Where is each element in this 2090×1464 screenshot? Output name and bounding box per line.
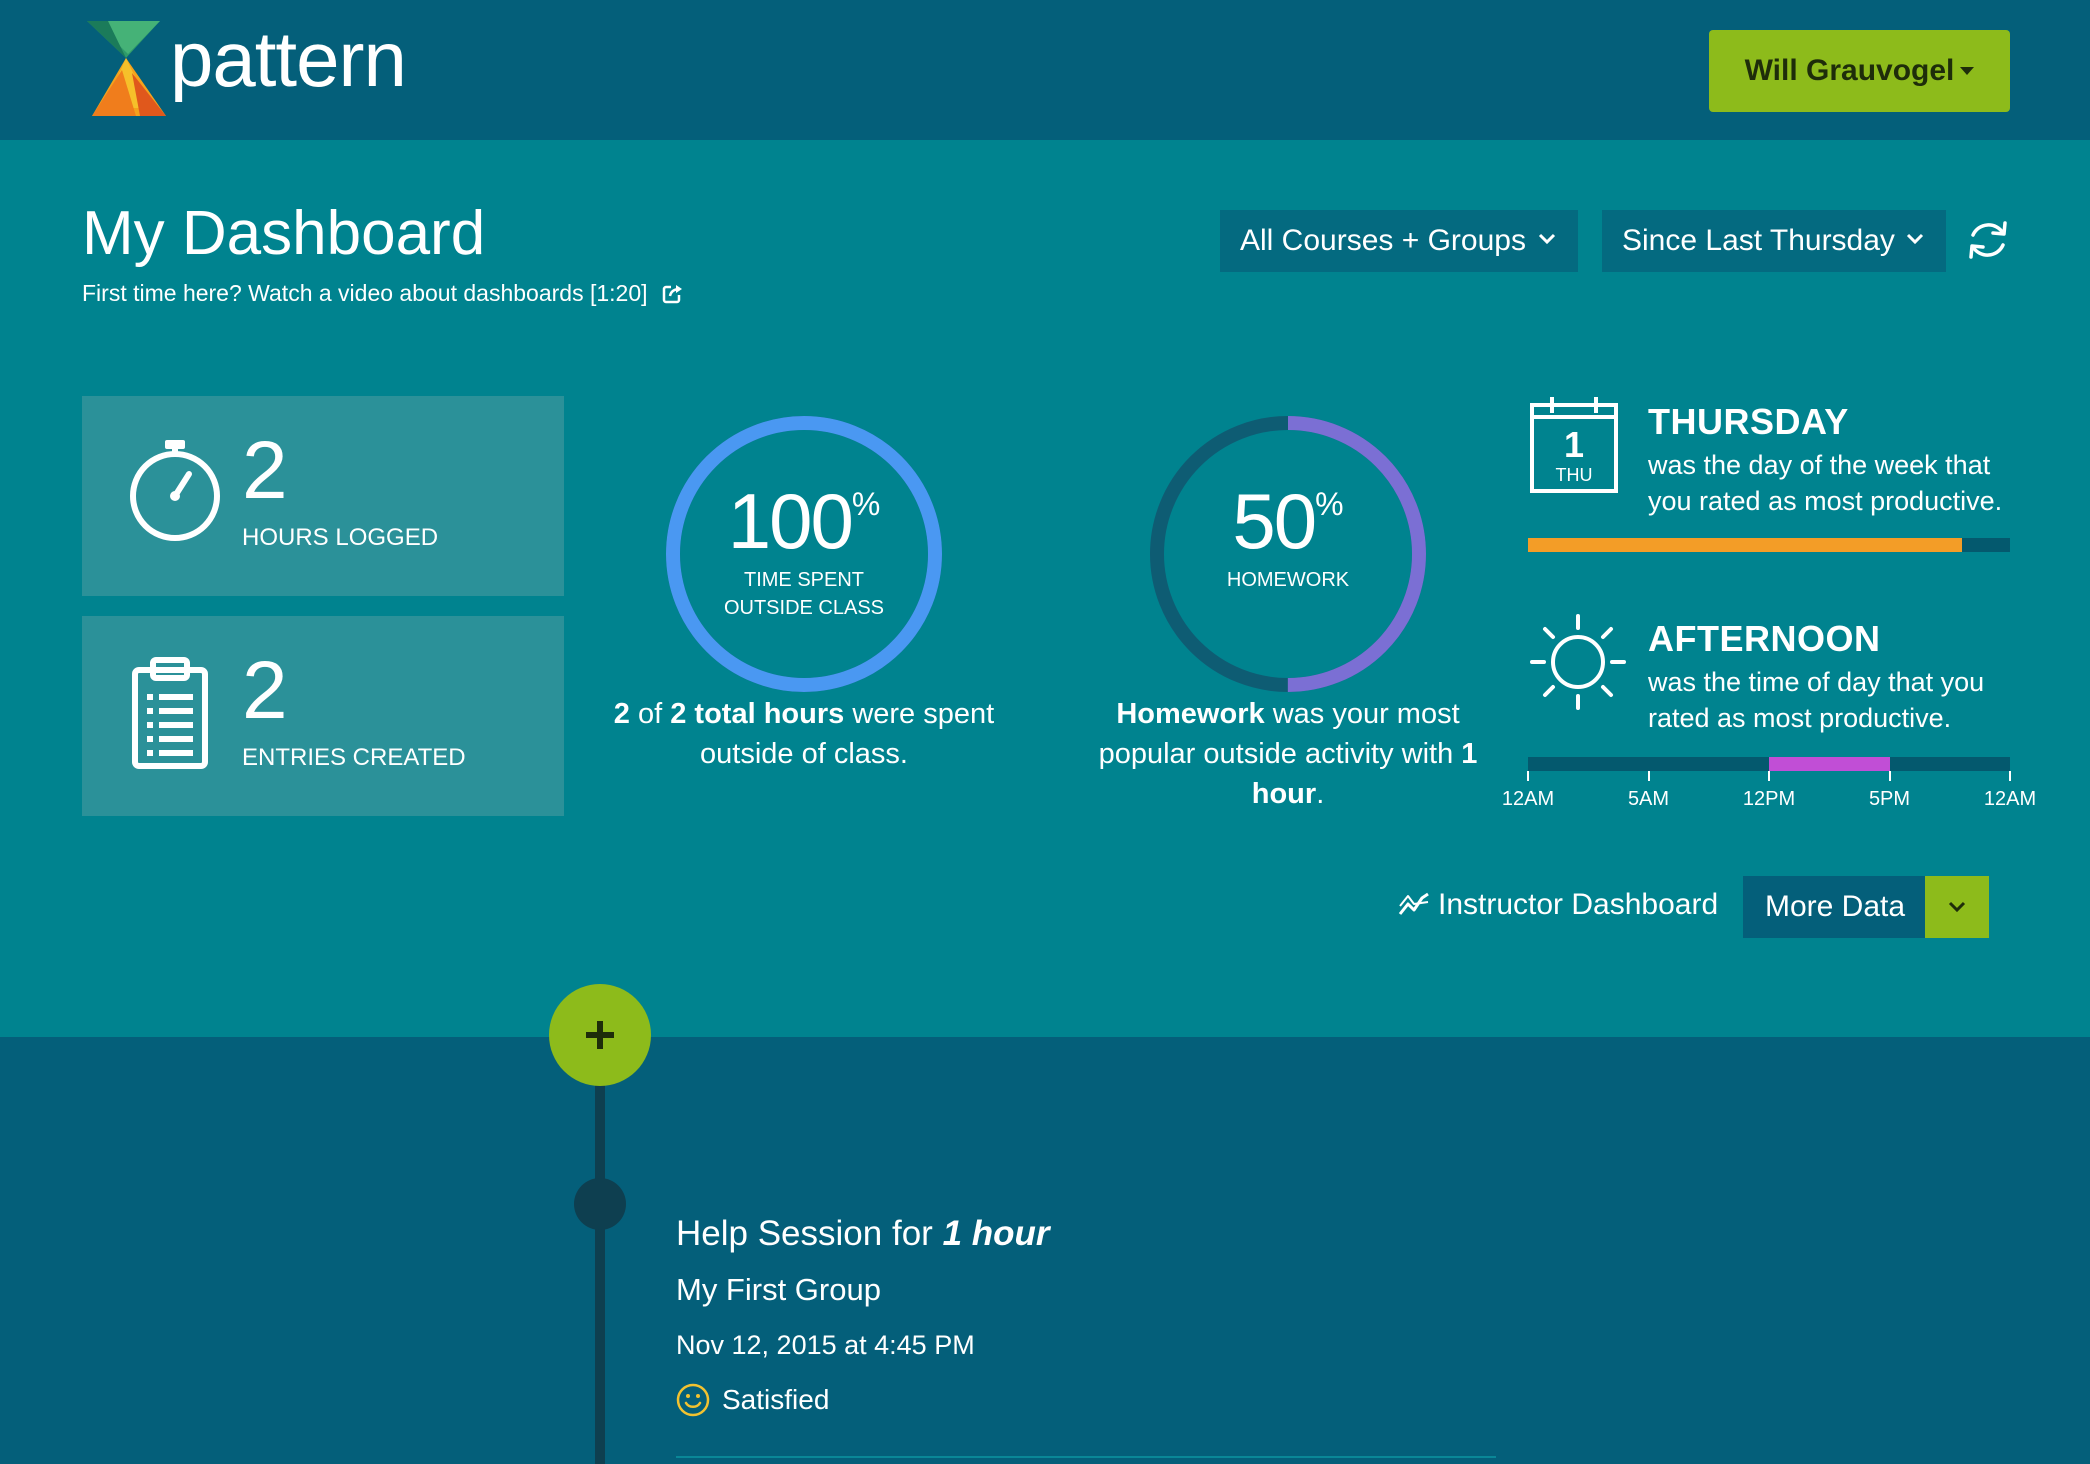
productive-time-description: was the time of day that you rated as mo… [1648, 667, 1985, 733]
time-axis-label: 5PM [1868, 788, 1911, 810]
homework-label: HOMEWORK [1226, 569, 1350, 591]
entry-group: My First Group [676, 1272, 881, 1307]
outside-class-percent: 100% [727, 477, 881, 565]
hours-logged-card: 2 HOURS LOGGED [82, 396, 564, 596]
hours-logged-value: 2 [242, 425, 288, 516]
entries-created-label: ENTRIES CREATED [242, 744, 466, 771]
top-header: pattern Will Grauvogel [0, 0, 2090, 140]
caret-down-icon [1960, 67, 1975, 75]
productive-day-bar [1528, 538, 2010, 552]
outside-class-caption: 2 of 2 total hours were spent outside of… [613, 698, 995, 770]
courses-filter-select[interactable]: All Courses + Groups [1220, 210, 1578, 272]
smiley-icon [676, 1383, 710, 1417]
entry-mood-label: Satisfied [722, 1384, 830, 1415]
line-chart-icon [1398, 892, 1429, 915]
refresh-icon[interactable] [1965, 217, 2011, 263]
instructor-dashboard-label: Instructor Dashboard [1438, 888, 1719, 921]
time-axis-tick [1647, 771, 1650, 781]
more-data-button[interactable]: More Data [1743, 876, 1989, 938]
timeline-dot [574, 1178, 626, 1230]
timeline-line [595, 1040, 605, 1464]
chevron-down-icon [1948, 901, 1966, 913]
productive-day-description: was the day of the week that you rated a… [1648, 450, 2003, 516]
outside-class-donut: 100% TIME SPENT OUTSIDE CLASS [662, 412, 946, 696]
hours-logged-label: HOURS LOGGED [242, 524, 439, 551]
video-link-text: First time here? Watch a video about das… [82, 280, 648, 306]
more-data-label: More Data [1765, 890, 1906, 923]
timeframe-filter-select[interactable]: Since Last Thursday [1602, 210, 1946, 272]
calendar-day: 1 [1564, 424, 1584, 465]
time-axis-tick [1527, 771, 1529, 781]
more-data-dropdown-toggle[interactable] [1925, 876, 1989, 938]
clipboard-icon [132, 657, 208, 769]
instructor-dashboard-link[interactable]: Instructor Dashboard [1398, 888, 1718, 922]
timeline-entry[interactable]: Help Session for 1 hour My First Group N… [676, 1214, 1050, 1417]
homework-caption: Homework was your most popular outside a… [1098, 698, 1478, 810]
pattern-logo[interactable]: pattern [82, 15, 407, 118]
homework-percent: 50% [1232, 477, 1344, 565]
page-title: My Dashboard [82, 199, 486, 268]
time-axis-tick [1768, 771, 1770, 781]
time-axis-label: 12AM [1501, 788, 1555, 810]
plus-icon [586, 1021, 614, 1049]
chevron-down-icon [1538, 233, 1556, 245]
time-axis-label: 12AM [1983, 788, 2037, 810]
chevron-down-icon [1906, 233, 1924, 245]
productive-time-bar [1528, 757, 2010, 771]
stopwatch-icon [130, 440, 220, 541]
entries-created-value: 2 [242, 645, 288, 736]
productive-time-bar-fill [1769, 757, 1890, 771]
time-axis-tick [1888, 771, 1891, 781]
logo-wordmark: pattern [170, 15, 407, 103]
entry-mood: Satisfied [676, 1383, 1050, 1417]
time-axis-tick [2009, 771, 2011, 781]
courses-filter-value: All Courses + Groups [1240, 224, 1526, 257]
entry-datetime: Nov 12, 2015 at 4:45 PM [676, 1330, 975, 1360]
productive-day-title: THURSDAY [1648, 401, 1849, 442]
dashboard-summary: My Dashboard First time here? Watch a vi… [0, 140, 2090, 1037]
add-entry-button[interactable] [549, 984, 651, 1086]
outside-class-label: TIME SPENT OUTSIDE CLASS [723, 569, 885, 619]
entries-created-card: 2 ENTRIES CREATED [82, 616, 564, 816]
productive-day-bar-fill [1528, 538, 1962, 552]
user-name: Will Grauvogel [1744, 54, 1955, 87]
time-axis-ticks [1527, 771, 2011, 785]
sun-icon [1530, 614, 1626, 710]
timeframe-filter-value: Since Last Thursday [1622, 224, 1895, 257]
entry-title: Help Session for 1 hour [676, 1214, 1050, 1253]
calendar-dow: THU [1556, 465, 1593, 485]
entry-divider [676, 1456, 1496, 1458]
calendar-icon: 1 THU [1530, 397, 1618, 493]
user-menu-button[interactable]: Will Grauvogel [1709, 30, 2010, 112]
productive-time-title: AFTERNOON [1648, 618, 1881, 659]
homework-donut: 50% HOMEWORK [1146, 412, 1430, 696]
video-link[interactable]: First time here? Watch a video about das… [82, 280, 682, 307]
time-axis-label: 5AM [1627, 788, 1670, 810]
external-link-icon [662, 284, 682, 303]
time-axis-label: 12PM [1742, 788, 1796, 810]
hourglass-logo-icon [87, 21, 166, 116]
